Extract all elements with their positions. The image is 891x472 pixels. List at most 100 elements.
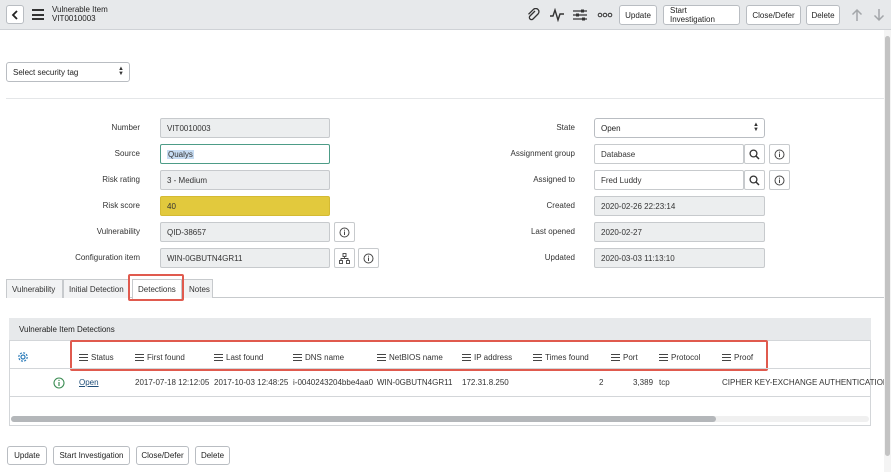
column-menu-icon (722, 353, 731, 361)
column-menu-icon (533, 353, 542, 361)
risk-rating-field[interactable]: 3 - Medium (160, 170, 330, 190)
arrow-down-icon[interactable] (870, 6, 888, 24)
column-times-found[interactable]: Times found (533, 349, 589, 365)
info-icon (363, 253, 374, 263)
vulnerability-field[interactable]: QID-38657 (160, 222, 330, 242)
created-label: Created (546, 201, 575, 210)
footer-start-investigation-button[interactable]: Start Investigation (53, 446, 130, 465)
column-port[interactable]: Port (611, 349, 638, 365)
column-ip-address[interactable]: IP address (462, 349, 512, 365)
header-start-investigation-button[interactable]: Start Investigation (663, 5, 740, 25)
updated-field: 2020-03-03 11:13:10 (594, 248, 765, 268)
column-netbios-name[interactable]: NetBIOS name (377, 349, 443, 365)
header-update-button[interactable]: Update (619, 5, 657, 25)
activity-icon[interactable] (548, 6, 566, 24)
assigned-to-lookup-button[interactable] (744, 170, 765, 190)
list-settings-gear-icon[interactable] (17, 351, 29, 363)
arrow-up-icon[interactable] (848, 6, 866, 24)
attachment-icon[interactable] (524, 6, 542, 24)
horizontal-scrollbar-thumb[interactable] (11, 416, 716, 422)
header-divider (9, 368, 871, 369)
column-menu-icon (377, 353, 386, 361)
assignment-group-field[interactable]: Database (594, 144, 744, 164)
risk-score-field[interactable]: 40 (160, 196, 330, 216)
tab-initial-detection[interactable]: Initial Detection (63, 279, 130, 298)
source-value: Qualys (167, 149, 194, 159)
search-icon (749, 174, 760, 186)
row-netbios-name: WIN-0GBUTN4GR11 (377, 378, 453, 387)
column-menu-icon (293, 353, 302, 361)
row-info-icon[interactable] (53, 377, 65, 389)
tab-notes[interactable]: Notes (183, 279, 213, 298)
column-last-found-label: Last found (226, 352, 264, 362)
more-icon[interactable] (596, 6, 614, 24)
footer-close-defer-button[interactable]: Close/Defer (136, 446, 189, 465)
source-field[interactable]: Qualys (160, 144, 330, 164)
column-last-found[interactable]: Last found (214, 349, 263, 365)
state-label: State (556, 123, 575, 132)
back-icon (11, 9, 18, 20)
column-menu-icon (611, 353, 620, 361)
assigned-to-field[interactable]: Fred Luddy (594, 170, 744, 190)
state-value: Open (601, 123, 621, 133)
column-menu-icon (79, 353, 88, 361)
row-proof: CIPHER KEY-EXCHANGE AUTHENTICATION (722, 378, 889, 387)
row-times-found: 2 (599, 378, 604, 387)
assigned-to-info-button[interactable] (769, 170, 790, 190)
menu-icon[interactable] (32, 9, 44, 20)
assignment-group-label: Assignment group (510, 149, 575, 158)
column-status[interactable]: Status (79, 349, 114, 365)
configuration-item-field[interactable]: WIN-0GBUTN4GR11 (160, 248, 330, 268)
row-first-found: 2017-07-18 12:12:05 (135, 378, 210, 387)
column-menu-icon (214, 353, 223, 361)
tab-detections[interactable]: Detections (132, 279, 182, 299)
tab-vulnerability[interactable]: Vulnerability (6, 279, 63, 298)
form-title: Vulnerable Item (52, 5, 108, 14)
configuration-item-info-button[interactable] (358, 248, 379, 268)
configuration-item-label: Configuration item (75, 253, 140, 262)
column-first-found-label: First found (147, 352, 185, 362)
last-opened-label: Last opened (530, 227, 575, 236)
personalize-icon[interactable] (571, 6, 589, 24)
row-status-link[interactable]: Open (79, 378, 99, 387)
row-ip-address: 172.31.8.250 (462, 378, 509, 387)
dependency-map-button[interactable] (334, 248, 355, 268)
assigned-to-label: Assigned to (533, 175, 575, 184)
number-field[interactable]: VIT0010003 (160, 118, 330, 138)
header-delete-button[interactable]: Delete (806, 5, 840, 25)
row-last-found: 2017-10-03 12:48:25 (214, 378, 289, 387)
risk-rating-label: Risk rating (102, 175, 140, 184)
state-select[interactable]: Open ▲ ▼ (594, 118, 765, 138)
column-proof[interactable]: Proof (722, 349, 753, 365)
info-icon (774, 175, 785, 185)
column-times-found-label: Times found (545, 352, 589, 362)
select-caret-icon: ▲ ▼ (753, 122, 759, 133)
column-first-found[interactable]: First found (135, 349, 185, 365)
info-icon (339, 227, 350, 237)
back-button[interactable] (6, 5, 24, 24)
detections-title: Vulnerable Item Detections (9, 318, 871, 341)
column-status-label: Status (91, 352, 114, 362)
vulnerability-label: Vulnerability (96, 227, 140, 236)
page-scrollbar-thumb[interactable] (885, 36, 890, 456)
footer-update-button[interactable]: Update (7, 446, 47, 465)
column-protocol[interactable]: Protocol (659, 349, 700, 365)
column-dns-name[interactable]: DNS name (293, 349, 344, 365)
row-port: 3,389 (633, 378, 654, 387)
search-icon (749, 148, 760, 160)
hierarchy-icon (339, 252, 350, 264)
column-proof-label: Proof (734, 352, 754, 362)
column-protocol-label: Protocol (671, 352, 701, 362)
footer-delete-button[interactable]: Delete (195, 446, 230, 465)
column-port-label: Port (623, 352, 638, 362)
column-menu-icon (135, 353, 144, 361)
vulnerability-info-button[interactable] (334, 222, 355, 242)
updated-label: Updated (544, 253, 575, 262)
created-field: 2020-02-26 22:23:14 (594, 196, 765, 216)
header-close-defer-button[interactable]: Close/Defer (746, 5, 801, 25)
number-label: Number (111, 123, 140, 132)
source-label: Source (114, 149, 140, 158)
assignment-group-lookup-button[interactable] (744, 144, 765, 164)
security-tag-select[interactable]: Select security tag ▲ ▼ (6, 62, 130, 82)
assignment-group-info-button[interactable] (769, 144, 790, 164)
